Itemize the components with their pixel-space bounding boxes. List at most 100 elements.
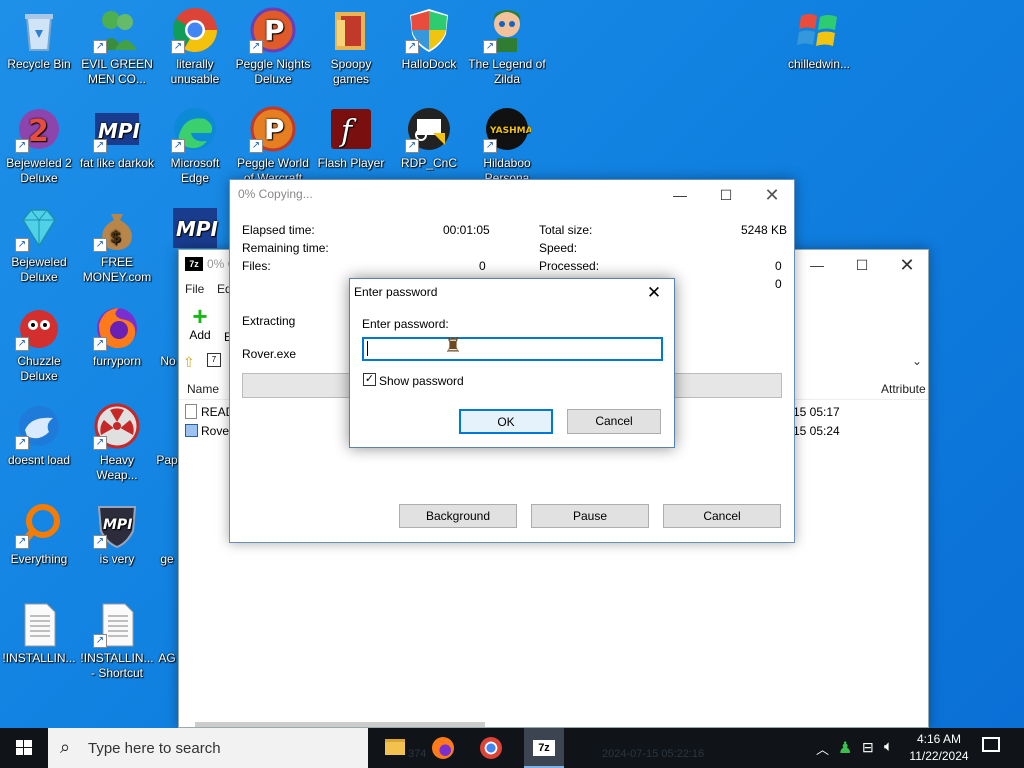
elapsed-label: Elapsed time: bbox=[242, 223, 315, 237]
free-money-shortcut[interactable]: $ ↗ FREE MONEY.com bbox=[78, 204, 156, 285]
firefox-icon: ↗ bbox=[93, 303, 141, 351]
path-dropdown-chevron-icon[interactable]: ⌄ bbox=[912, 354, 922, 368]
cancel-button[interactable]: Cancel bbox=[567, 409, 661, 434]
network-icon[interactable]: ⊟ bbox=[862, 739, 874, 756]
notifications-icon[interactable] bbox=[982, 737, 1000, 752]
installing-text-file[interactable]: !INSTALLIN... bbox=[0, 600, 78, 666]
cancel-copy-button[interactable]: Cancel bbox=[663, 504, 781, 528]
copy-dialog-titlebar[interactable]: 0% Copying... — ☐ ✕ bbox=[230, 180, 794, 210]
shortcut-arrow-icon: ↗ bbox=[15, 535, 29, 549]
pause-button[interactable]: Pause bbox=[531, 504, 649, 528]
peggle-nights-shortcut[interactable]: P ↗ Peggle Nights Deluxe bbox=[234, 6, 312, 87]
heavy-weapon-shortcut[interactable]: ↗ Heavy Weap... bbox=[78, 402, 156, 483]
shortcut-arrow-icon: ↗ bbox=[171, 40, 185, 54]
partial-shortcut-pap[interactable]: Pap bbox=[156, 402, 178, 468]
clock-time: 4:16 AM bbox=[916, 732, 962, 746]
fat-like-darkok-shortcut[interactable]: MPI ↗ fat like darkok bbox=[78, 105, 156, 171]
password-dialog-titlebar[interactable]: Enter password ✕ bbox=[350, 279, 674, 306]
windows-logo-icon bbox=[16, 740, 32, 755]
shortcut-arrow-icon: ↗ bbox=[249, 139, 263, 153]
peggle-world-shortcut[interactable]: P ↗ Peggle World of Warcraft bbox=[234, 105, 312, 186]
partial-shortcut-ge[interactable]: ge bbox=[156, 501, 178, 567]
taskbar-hidden-date: 2024-07-15 05:22:16 bbox=[602, 748, 705, 760]
taskbar-firefox-button[interactable] bbox=[428, 728, 458, 768]
user-account-icon[interactable]: ♟ bbox=[838, 738, 852, 758]
partial-shortcut-ag[interactable]: AG bbox=[156, 600, 178, 666]
show-hidden-icons-chevron-icon[interactable]: ︿ bbox=[816, 739, 829, 758]
mpi-shield-icon: MPI ↗ bbox=[93, 501, 141, 549]
processed-value: 0 bbox=[775, 259, 782, 273]
minimize-button[interactable]: — bbox=[794, 250, 840, 280]
mouse-cursor-icon: ♜ bbox=[444, 335, 462, 357]
start-button[interactable] bbox=[0, 728, 48, 768]
installing-shortcut[interactable]: ↗ !INSTALLIN... - Shortcut bbox=[78, 600, 156, 681]
spoopy-games-folder[interactable]: Spoopy games bbox=[312, 6, 390, 87]
folder-up-icon[interactable]: ⇧ bbox=[183, 354, 199, 370]
rdp-cnc-shortcut[interactable]: ↗ RDP_CnC bbox=[390, 105, 468, 171]
bejeweled-deluxe-shortcut[interactable]: ↗ Bejeweled Deluxe bbox=[0, 204, 78, 285]
archive-hscrollbar[interactable] bbox=[195, 722, 485, 727]
magnifier-icon: ↗ bbox=[15, 501, 63, 549]
clock[interactable]: 4:16 AM 11/22/2024 bbox=[906, 731, 972, 767]
shortcut-arrow-icon: ↗ bbox=[15, 238, 29, 252]
shortcut-arrow-icon: ↗ bbox=[483, 139, 497, 153]
volume-icon[interactable]: 🔈︎ bbox=[884, 738, 893, 755]
menu-file[interactable]: File bbox=[185, 282, 204, 296]
taskbar: ⌕ Type here to search 374 2024-07-15 05:… bbox=[0, 728, 1024, 768]
column-attributes[interactable]: Attribute bbox=[881, 382, 926, 396]
show-password-label[interactable]: Show password bbox=[379, 374, 464, 388]
shortcut-arrow-icon: ↗ bbox=[93, 535, 107, 549]
svg-text:P: P bbox=[264, 14, 285, 47]
password-dialog[interactable]: Enter password ✕ Enter password: ♜ ✓ Sho… bbox=[349, 278, 675, 448]
ok-button[interactable]: OK bbox=[459, 409, 553, 434]
taskbar-chrome-button[interactable] bbox=[476, 728, 506, 768]
peggle-nights-icon: P ↗ bbox=[249, 6, 297, 54]
flash-player-shortcut[interactable]: f Flash Player bbox=[312, 105, 390, 171]
processed-label: Processed: bbox=[539, 259, 600, 273]
column-name[interactable]: Name bbox=[187, 382, 219, 396]
plus-icon: + bbox=[192, 301, 208, 331]
bejeweled2-shortcut[interactable]: 2 ↗ Bejeweled 2 Deluxe bbox=[0, 105, 78, 186]
evil-green-men-shortcut[interactable]: ↗ EVIL GREEN MEN CO... bbox=[78, 6, 156, 87]
literally-unusable-shortcut[interactable]: ↗ literally unusable bbox=[156, 6, 234, 87]
thunderbird-icon: ↗ bbox=[15, 402, 63, 450]
show-password-checkbox[interactable]: ✓ bbox=[363, 373, 376, 386]
chrome-icon: ↗ bbox=[171, 6, 219, 54]
edge-icon: ↗ bbox=[171, 105, 219, 153]
partial-shortcut-no[interactable]: No bbox=[156, 303, 180, 369]
folder-icon bbox=[327, 6, 375, 54]
doesnt-load-shortcut[interactable]: ↗ doesnt load bbox=[0, 402, 78, 468]
taskbar-7zip-button[interactable]: 7z bbox=[524, 728, 564, 768]
maximize-button[interactable]: ☐ bbox=[703, 180, 749, 210]
maximize-button[interactable]: ☐ bbox=[839, 250, 885, 280]
mpi-partial-shortcut[interactable]: MPI bbox=[156, 204, 234, 255]
shortcut-arrow-icon: ↗ bbox=[93, 436, 107, 450]
password-dialog-title: Enter password bbox=[354, 285, 438, 299]
svg-text:MPI: MPI bbox=[176, 217, 219, 241]
furryporn-shortcut[interactable]: ↗ furryporn bbox=[78, 303, 156, 369]
hildaboo-shortcut[interactable]: YASHMA ↗ Hildaboo Persona bbox=[468, 105, 546, 186]
mpi-logo-icon: MPI bbox=[171, 204, 219, 252]
chrome-icon bbox=[480, 737, 502, 759]
close-button[interactable]: ✕ bbox=[884, 250, 930, 280]
microsoft-edge-shortcut[interactable]: ↗ Microsoft Edge bbox=[156, 105, 234, 186]
chuzzle-deluxe-shortcut[interactable]: ↗ Chuzzle Deluxe bbox=[0, 303, 78, 384]
recycle-bin-icon[interactable]: Recycle Bin bbox=[0, 6, 78, 72]
is-very-shortcut[interactable]: MPI ↗ is very bbox=[78, 501, 156, 567]
chilledwin-file[interactable]: chilledwin... bbox=[780, 6, 858, 72]
background-button[interactable]: Background bbox=[399, 504, 517, 528]
everything-shortcut[interactable]: ↗ Everything bbox=[0, 501, 78, 567]
svg-text:P: P bbox=[264, 113, 285, 146]
taskbar-search[interactable]: ⌕ Type here to search bbox=[48, 728, 368, 768]
taskbar-explorer-button[interactable] bbox=[380, 728, 410, 768]
password-input[interactable] bbox=[362, 337, 663, 361]
add-button[interactable]: + Add bbox=[185, 301, 215, 346]
close-button[interactable]: ✕ bbox=[749, 180, 795, 210]
close-icon[interactable]: ✕ bbox=[636, 279, 672, 306]
7zip-logo-icon: 7z bbox=[185, 257, 203, 271]
legend-of-zilda-shortcut[interactable]: ↗ The Legend of Zilda bbox=[468, 6, 546, 87]
minimize-button[interactable]: — bbox=[657, 180, 703, 210]
recycle-bin-graphic-icon bbox=[15, 6, 63, 54]
total-size-value: 5248 KB bbox=[741, 223, 788, 237]
hallodock-shortcut[interactable]: ↗ HalloDock bbox=[390, 6, 468, 72]
